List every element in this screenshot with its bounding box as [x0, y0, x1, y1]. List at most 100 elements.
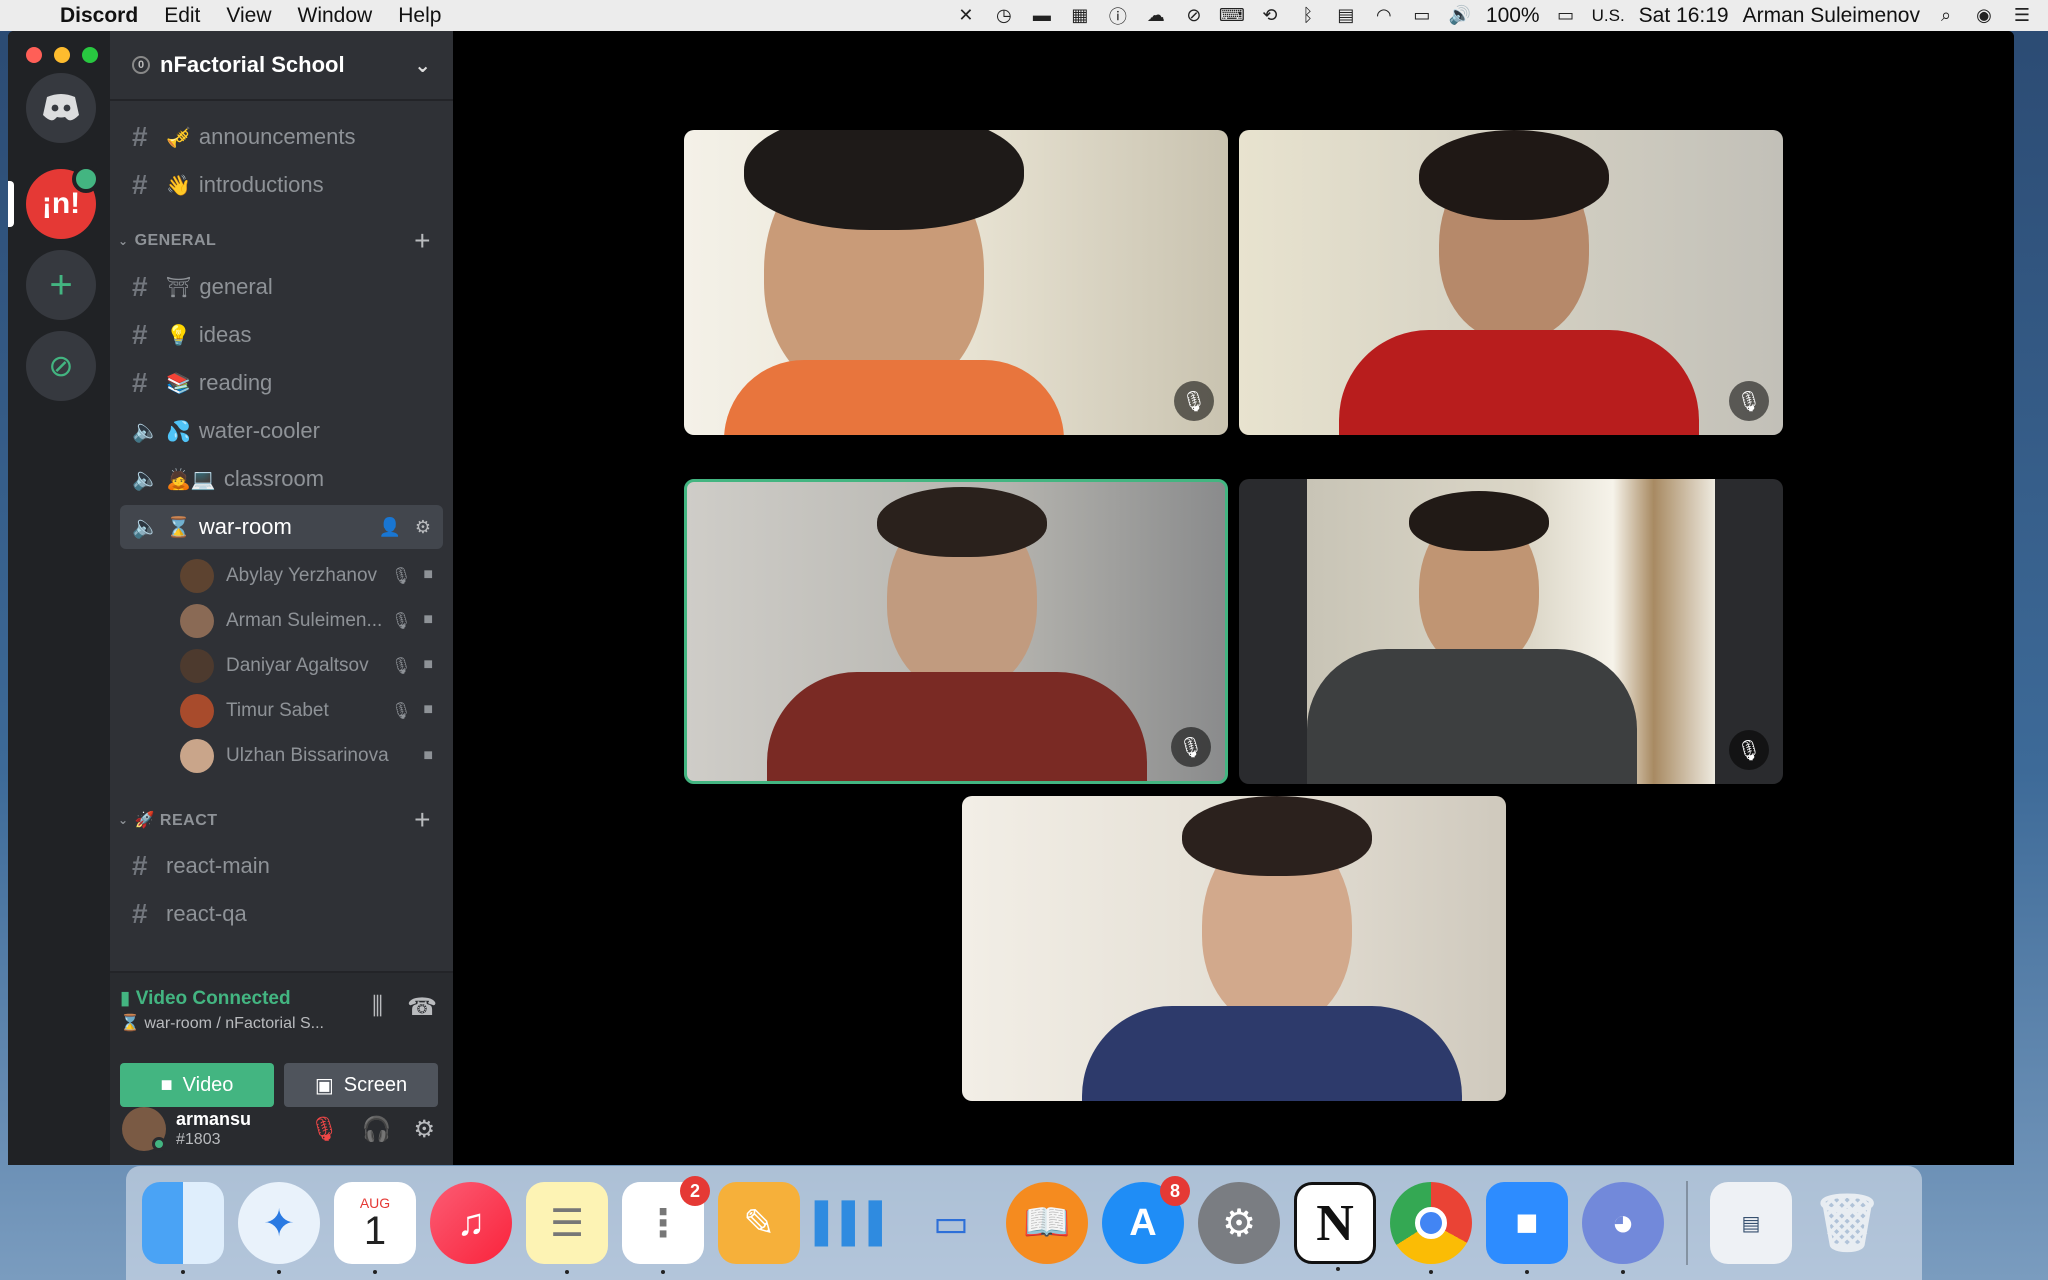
nfactorial-server-icon[interactable]: ¡n!	[26, 165, 100, 239]
video-tile[interactable]	[962, 796, 1506, 1101]
video-tile[interactable]: 🎙	[1239, 130, 1783, 435]
video-tile[interactable]: 🎙	[1239, 479, 1783, 784]
voice-member[interactable]: Daniyar Agaltsov 🎙 ■	[110, 643, 453, 688]
channel-settings-gear-icon[interactable]: ⚙	[415, 517, 431, 538]
display-icon[interactable]: ▬	[1030, 5, 1054, 25]
video-tile[interactable]: 🎙	[684, 130, 1228, 435]
user-settings-gear-icon[interactable]: ⚙	[413, 1115, 435, 1144]
books-icon[interactable]: 📖	[1006, 1182, 1088, 1264]
disconnect-call-icon[interactable]: ☎	[407, 993, 437, 1022]
channel-react-main[interactable]: # react-main	[120, 844, 443, 888]
channel-name: ideas	[198, 322, 252, 347]
finder-icon[interactable]	[142, 1182, 224, 1274]
close-window-button[interactable]	[26, 47, 42, 63]
reminders-icon[interactable]: ⋮ 2	[622, 1176, 710, 1274]
voice-status[interactable]: ▮ Video Connected	[120, 987, 291, 1010]
menu-help[interactable]: Help	[398, 4, 441, 28]
dock-separator	[1686, 1181, 1688, 1265]
zoom-icon[interactable]: ■	[1486, 1182, 1568, 1274]
menu-edit[interactable]: Edit	[164, 4, 200, 28]
channel-react-qa[interactable]: # react-qa	[120, 892, 443, 936]
video-tile-speaking[interactable]: 🎙	[684, 479, 1228, 784]
airplay-icon[interactable]: ▭	[1410, 5, 1434, 25]
add-server-icon[interactable]: +	[26, 250, 96, 320]
voice-channel-classroom[interactable]: 🔈 🙇💻 classroom	[120, 457, 443, 501]
add-channel-icon[interactable]: +	[414, 225, 431, 257]
vpn-icon[interactable]: ⊘	[1182, 5, 1206, 25]
video-button[interactable]: ■ Video	[120, 1063, 274, 1107]
menubar-app-name[interactable]: Discord	[60, 4, 138, 28]
add-channel-icon[interactable]: +	[414, 804, 431, 836]
notes-icon[interactable]: ☰	[526, 1182, 608, 1274]
menu-window[interactable]: Window	[298, 4, 373, 28]
notification-center-icon[interactable]: ☰	[2010, 5, 2034, 25]
volume-icon[interactable]: 🔊	[1448, 5, 1472, 25]
music-icon[interactable]: ♫	[430, 1182, 512, 1264]
server-header[interactable]: 0 nFactorial School ⌄	[110, 31, 453, 101]
channel-introductions[interactable]: # 👋 introductions	[120, 163, 443, 207]
running-indicator	[1621, 1270, 1625, 1274]
screen-share-button[interactable]: ▣ Screen	[284, 1063, 438, 1107]
voice-member[interactable]: Timur Sabet 🎙 ■	[110, 688, 453, 733]
menubar-user[interactable]: Arman Suleimenov	[1743, 4, 1920, 28]
notion-icon[interactable]: N	[1294, 1182, 1376, 1271]
invite-member-icon[interactable]: 👤	[378, 517, 400, 538]
keynote-icon[interactable]: ▭	[910, 1182, 992, 1264]
calendar-icon[interactable]: AUG 1	[334, 1182, 416, 1274]
gamepad-icon[interactable]: ⌨	[1219, 5, 1245, 25]
system-preferences-gear-icon[interactable]: ⚙	[1198, 1182, 1280, 1264]
discord-home-icon[interactable]	[26, 73, 96, 143]
input-source[interactable]: U.S.	[1592, 6, 1625, 26]
info-icon[interactable]: ⓘ	[1106, 7, 1130, 27]
mute-microphone-icon[interactable]: 🎙	[309, 1115, 339, 1144]
mic-muted-icon: 🎙	[391, 567, 412, 585]
mic-muted-icon: 🎙	[391, 612, 412, 630]
wifi-icon[interactable]: ◠	[1372, 5, 1396, 25]
time-machine-icon[interactable]: ⟲	[1258, 5, 1282, 25]
category-react[interactable]: ⌄ 🚀 REACT +	[110, 800, 453, 840]
menubar-clock[interactable]: Sat 16:19	[1639, 4, 1729, 28]
battery-icon[interactable]: ▭	[1554, 5, 1578, 25]
channel-emoji: 💦	[166, 420, 191, 443]
menu-view[interactable]: View	[226, 4, 271, 28]
channel-reading[interactable]: # 📚 reading	[120, 361, 443, 405]
headphones-icon[interactable]: 🎧	[362, 1115, 392, 1144]
maximize-window-button[interactable]	[82, 47, 98, 63]
voice-channel-water-cooler[interactable]: 🔈 💦 water-cooler	[120, 409, 443, 453]
voice-member[interactable]: Ulzhan Bissarinova ■	[110, 733, 453, 778]
numbers-icon[interactable]: ▌▌▌	[814, 1182, 896, 1264]
safari-icon[interactable]: ✦	[238, 1182, 320, 1274]
keyboard-icon[interactable]: ▤	[1334, 5, 1358, 25]
chrome-center	[1415, 1207, 1447, 1239]
sync-icon[interactable]: ◷	[992, 5, 1016, 25]
noise-suppression-icon[interactable]: ⫼	[372, 993, 383, 1022]
siri-icon[interactable]: ◉	[1972, 5, 1996, 25]
screen-record-icon[interactable]: ▦	[1068, 5, 1092, 25]
minimize-window-button[interactable]	[54, 47, 70, 63]
category-general[interactable]: ⌄ GENERAL +	[110, 221, 453, 261]
pages-icon[interactable]: ✎	[718, 1182, 800, 1264]
mic-off-status-icon[interactable]: ✕	[954, 5, 978, 25]
voice-member[interactable]: Abylay Yerzhanov 🎙 ■	[110, 553, 453, 598]
channel-ideas[interactable]: # 💡 ideas	[120, 313, 443, 357]
app-store-icon[interactable]: A8	[1102, 1176, 1190, 1264]
explore-servers-compass-icon[interactable]: ⊘	[26, 331, 96, 401]
speaker-icon: 🔈	[132, 418, 160, 443]
channel-general[interactable]: # ⛩ general	[120, 265, 443, 309]
voice-channel-war-room[interactable]: 🔈 ⌛ war-room 👤 ⚙	[120, 505, 443, 549]
member-name: Daniyar Agaltsov	[226, 654, 369, 676]
chevron-down-icon[interactable]: ⌄	[414, 53, 431, 78]
cloud-upload-icon[interactable]: ☁	[1144, 5, 1168, 25]
trash-icon[interactable]: 🗑	[1806, 1182, 1888, 1264]
channel-emoji: 👋	[166, 174, 191, 197]
chrome-icon[interactable]	[1390, 1182, 1472, 1274]
battery-percent[interactable]: 100%	[1486, 4, 1540, 28]
spotlight-search-icon[interactable]: ⌕	[1934, 5, 1958, 25]
channel-announcements[interactable]: # 🎺 announcements	[120, 115, 443, 159]
discord-icon[interactable]: ◕	[1582, 1182, 1664, 1274]
voice-channel-path[interactable]: ⌛ war-room / nFactorial S...	[120, 1013, 324, 1033]
voice-member[interactable]: Arman Suleimen... 🎙 ■	[110, 598, 453, 643]
bluetooth-icon[interactable]: ᛒ	[1296, 5, 1320, 25]
document-stack-icon[interactable]: ▤	[1710, 1182, 1792, 1264]
running-indicator	[1429, 1270, 1433, 1274]
